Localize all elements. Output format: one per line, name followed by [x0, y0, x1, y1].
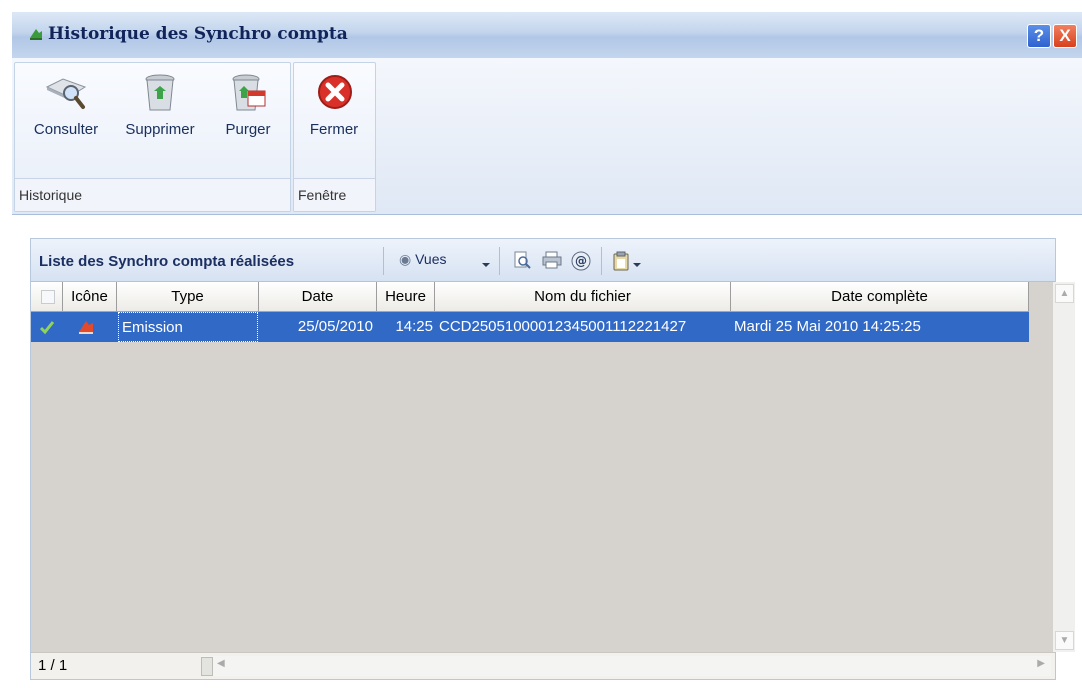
- help-button[interactable]: ?: [1027, 24, 1051, 48]
- email-at-icon[interactable]: @: [571, 251, 591, 271]
- cell-date-complete: Mardi 25 Mai 2010 14:25:25: [734, 318, 921, 335]
- group-label-fenetre: Fenêtre: [294, 178, 375, 211]
- ribbon-group-fenetre: Fermer Fenêtre: [293, 62, 376, 212]
- column-header-date-complete[interactable]: Date complète: [731, 282, 1029, 311]
- column-header-icone[interactable]: Icône: [63, 282, 117, 311]
- clipboard-icon[interactable]: [613, 251, 629, 271]
- synchro-list-panel: Liste des Synchro compta réalisées ◉ Vue…: [30, 238, 1075, 680]
- supprimer-label: Supprimer: [125, 121, 195, 138]
- close-circle-icon: [318, 75, 352, 109]
- vertical-scrollbar[interactable]: ▲ ▼: [1053, 282, 1075, 652]
- column-header-date[interactable]: Date: [259, 282, 377, 311]
- magnifier-book-icon: [45, 78, 87, 109]
- emission-arrow-icon: [77, 312, 101, 342]
- ribbon: Consulter Supprimer Purger Historique Fe…: [12, 58, 1082, 215]
- scroll-right-icon[interactable]: ▶: [1037, 658, 1045, 669]
- toolbar-separator: [499, 247, 500, 275]
- purger-button[interactable]: Purger: [211, 63, 285, 175]
- sync-app-icon: [30, 29, 42, 40]
- toolbar-separator: [601, 247, 602, 275]
- column-header-type[interactable]: Type: [117, 282, 259, 311]
- checkbox-icon: [41, 290, 55, 304]
- group-label-historique: Historique: [15, 178, 290, 211]
- scroll-thumb[interactable]: [201, 657, 213, 676]
- window-close-button[interactable]: X: [1053, 24, 1077, 48]
- select-all-checkbox[interactable]: [31, 282, 63, 311]
- panel-header: Liste des Synchro compta réalisées ◉ Vue…: [31, 239, 1055, 282]
- grid-header: Icône Type Date Heure Nom du fichier Dat…: [31, 282, 1029, 312]
- purger-label: Purger: [225, 121, 271, 138]
- consulter-label: Consulter: [33, 121, 99, 138]
- column-header-nom-fichier[interactable]: Nom du fichier: [435, 282, 731, 311]
- eye-icon: ◉: [399, 251, 416, 267]
- cell-nom-fichier: CCD25051000012345001112221427: [439, 318, 687, 335]
- consulter-button[interactable]: Consulter: [23, 63, 109, 175]
- svg-text:@: @: [575, 254, 587, 268]
- fermer-button[interactable]: Fermer: [296, 63, 372, 175]
- recycle-bin-calendar-icon: [232, 74, 266, 111]
- printer-icon[interactable]: [541, 251, 563, 269]
- supprimer-button[interactable]: Supprimer: [111, 63, 209, 175]
- panel-title: Liste des Synchro compta réalisées: [39, 253, 295, 270]
- toolbar-separator: [383, 247, 384, 275]
- vues-label: Vues: [415, 251, 447, 267]
- checkmark-icon[interactable]: [39, 312, 59, 342]
- preview-icon[interactable]: [513, 251, 531, 269]
- column-header-heure[interactable]: Heure: [377, 282, 435, 311]
- horizontal-scrollbar[interactable]: ◀ ▶: [201, 656, 1051, 676]
- ribbon-group-historique: Consulter Supprimer Purger Historique: [14, 62, 291, 212]
- table-row[interactable]: Emission 25/05/2010 14:25 CCD25051000012…: [31, 312, 1029, 342]
- window-titlebar: Historique des Synchro compta ? X: [12, 12, 1082, 59]
- clipboard-caret-icon[interactable]: [633, 263, 641, 267]
- recycle-bin-icon: [145, 74, 175, 111]
- scroll-up-icon[interactable]: ▲: [1055, 284, 1074, 303]
- vues-caret-icon[interactable]: [482, 263, 490, 267]
- status-bar: 1 / 1 ◀ ▶: [31, 652, 1055, 679]
- scroll-left-icon[interactable]: ◀: [217, 658, 225, 669]
- record-count: 1 / 1: [38, 657, 68, 674]
- fermer-label: Fermer: [309, 121, 359, 138]
- scroll-down-icon[interactable]: ▼: [1055, 631, 1074, 650]
- window-title: Historique des Synchro compta: [48, 24, 348, 44]
- cell-date: 25/05/2010: [297, 318, 373, 335]
- vues-dropdown[interactable]: ◉ Vues: [399, 251, 447, 268]
- cell-heure: 14:25: [395, 318, 433, 335]
- cell-type: Emission: [118, 312, 258, 342]
